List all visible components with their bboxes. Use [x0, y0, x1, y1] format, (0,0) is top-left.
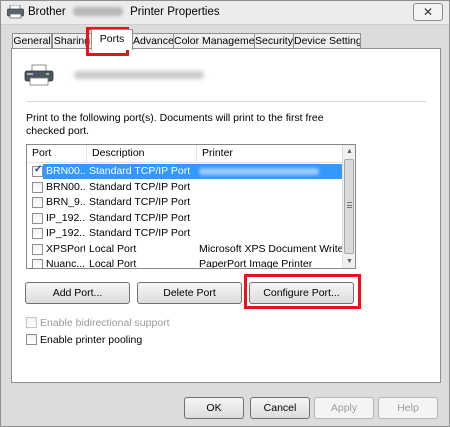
add-port-button[interactable]: Add Port...: [25, 282, 130, 304]
port-description: Standard TCP/IP Port: [89, 180, 191, 193]
bidirectional-label: Enable bidirectional support: [40, 317, 170, 329]
port-description: Local Port: [89, 242, 137, 255]
port-row[interactable]: Nuanc... Local Port PaperPort Image Prin…: [27, 257, 343, 269]
redacted-printer: [199, 168, 319, 175]
scroll-down-arrow-icon[interactable]: ▼: [343, 255, 355, 268]
port-row[interactable]: IP_192.... Standard TCP/IP Port: [27, 226, 343, 242]
port-description: Standard TCP/IP Port: [89, 227, 191, 239]
port-printer: Microsoft XPS Document Writer: [199, 242, 343, 255]
port-printer: PaperPort Image Printer: [199, 258, 313, 269]
port-checkbox[interactable]: [32, 164, 43, 177]
ports-tab-panel: Print to the following port(s). Document…: [11, 48, 441, 383]
port-row[interactable]: BRN_9... Standard TCP/IP Port: [27, 195, 343, 211]
ports-list-rows: BRN00... Standard TCP/IP Port BRN00... S…: [27, 164, 343, 269]
help-button[interactable]: Help: [378, 397, 438, 419]
port-name: Nuanc...: [46, 258, 85, 269]
ports-description-line1: Print to the following port(s). Document…: [26, 112, 324, 124]
window-title: Brother Printer Properties: [28, 6, 220, 18]
tab-sharing[interactable]: Sharing: [52, 33, 92, 49]
port-row[interactable]: IP_192.... Standard TCP/IP Port: [27, 211, 343, 227]
delete-port-button[interactable]: Delete Port: [137, 282, 242, 304]
port-name: IP_192....: [46, 227, 85, 239]
printer-icon: [7, 5, 24, 19]
scrollbar-thumb[interactable]: [344, 159, 354, 254]
window-title-suffix: Printer Properties: [130, 6, 220, 18]
port-checkbox[interactable]: [32, 197, 43, 208]
close-button[interactable]: ✕: [413, 3, 443, 21]
cancel-button[interactable]: Cancel: [250, 397, 310, 419]
tab-device-settings[interactable]: Device Settings: [293, 33, 361, 49]
port-checkbox[interactable]: [32, 259, 43, 268]
port-printer: [198, 165, 343, 179]
vertical-scrollbar[interactable]: ▲ ▼: [342, 145, 355, 268]
bidirectional-support-option[interactable]: Enable bidirectional support: [26, 317, 170, 330]
port-checkbox[interactable]: [32, 243, 43, 255]
tab-color-management[interactable]: Color Management: [173, 33, 255, 49]
ok-button[interactable]: OK: [184, 397, 244, 419]
bidirectional-checkbox[interactable]: [26, 317, 37, 328]
port-description: Standard TCP/IP Port: [89, 196, 191, 208]
port-description: Standard TCP/IP Port: [89, 211, 191, 224]
port-name: BRN00...: [45, 165, 85, 178]
apply-button[interactable]: Apply: [314, 397, 374, 419]
port-checkbox[interactable]: [32, 212, 43, 224]
port-description: Local Port: [89, 258, 137, 269]
port-name: IP_192....: [46, 211, 85, 224]
port-checkbox[interactable]: [32, 181, 43, 193]
printer-pooling-option[interactable]: Enable printer pooling: [26, 334, 142, 347]
port-name: XPSPort:: [46, 242, 85, 255]
port-name: BRN_9...: [46, 196, 85, 208]
port-row[interactable]: BRN00... Standard TCP/IP Port: [27, 180, 343, 196]
tab-advanced[interactable]: Advanced: [132, 33, 174, 49]
port-checkbox[interactable]: [32, 228, 43, 239]
redacted-model-name: [72, 7, 123, 17]
pooling-checkbox[interactable]: [26, 334, 37, 345]
column-header-port[interactable]: Port: [27, 145, 87, 163]
ports-description: Print to the following port(s). Document…: [26, 112, 426, 138]
port-description: Standard TCP/IP Port: [88, 165, 196, 178]
tab-general[interactable]: General: [12, 33, 52, 49]
tab-ports[interactable]: Ports: [91, 29, 133, 50]
port-row[interactable]: XPSPort: Local Port Microsoft XPS Docume…: [27, 242, 343, 258]
window-title-prefix: Brother: [28, 6, 66, 18]
port-name: BRN00...: [46, 180, 85, 193]
column-header-description[interactable]: Description: [87, 145, 197, 163]
port-row[interactable]: BRN00... Standard TCP/IP Port: [27, 164, 343, 180]
tab-security[interactable]: Security: [254, 33, 294, 49]
scroll-up-arrow-icon[interactable]: ▲: [343, 145, 355, 158]
redacted-printer-name: [74, 71, 204, 79]
printer-properties-window: Brother Printer Properties ✕ General Sha…: [0, 0, 450, 427]
ports-list-header: Port Description Printer: [27, 145, 343, 163]
close-icon: ✕: [422, 5, 434, 19]
pooling-label: Enable printer pooling: [40, 334, 143, 346]
column-header-printer[interactable]: Printer: [197, 145, 343, 163]
ports-list[interactable]: Port Description Printer BRN00... Standa…: [26, 144, 356, 269]
grip-icon: [347, 202, 352, 208]
separator: [26, 101, 426, 102]
configure-port-button[interactable]: Configure Port...: [249, 282, 354, 304]
ports-description-line2: checked port.: [26, 125, 90, 137]
tab-strip: General Sharing Ports Advanced Color Man…: [11, 27, 441, 50]
printer-icon: [24, 64, 54, 86]
title-bar[interactable]: Brother Printer Properties ✕: [1, 1, 449, 25]
